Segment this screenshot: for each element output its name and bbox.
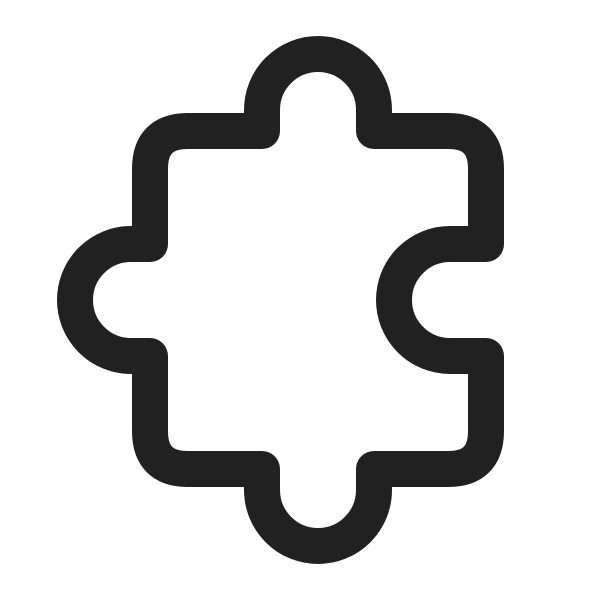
puzzle-piece-icon	[0, 0, 600, 600]
puzzle-piece-outline	[57, 36, 504, 564]
icon-canvas	[0, 0, 600, 600]
puzzle-piece-svg	[57, 36, 504, 564]
